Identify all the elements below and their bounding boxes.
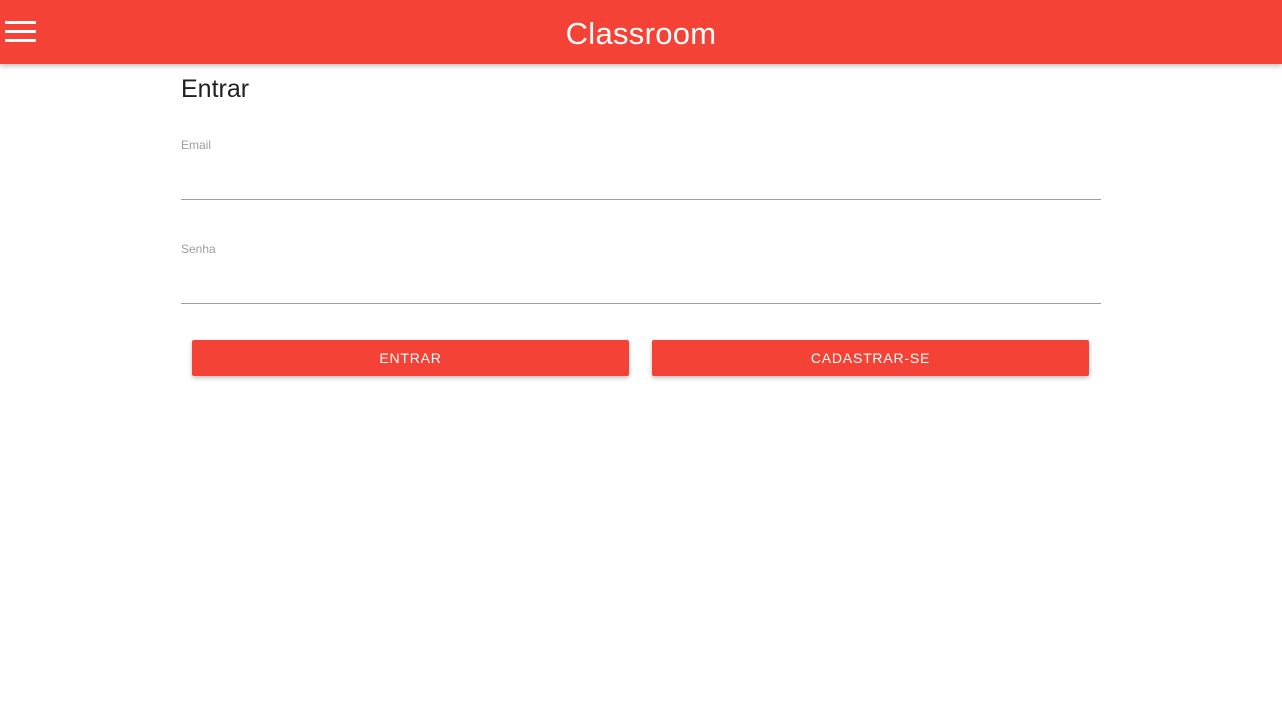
menu-button[interactable] (0, 12, 44, 52)
page-title: Entrar (181, 75, 250, 103)
password-input[interactable] (181, 260, 1101, 304)
login-button[interactable]: Entrar (192, 340, 629, 376)
email-label: Email (181, 138, 212, 152)
signup-button[interactable]: Cadastrar-se (652, 340, 1089, 376)
app-title: Classroom (565, 16, 717, 51)
menu-icon (5, 21, 36, 43)
password-label: Senha (181, 242, 216, 256)
app-bar: Classroom (0, 0, 1282, 64)
email-input[interactable] (181, 156, 1101, 200)
